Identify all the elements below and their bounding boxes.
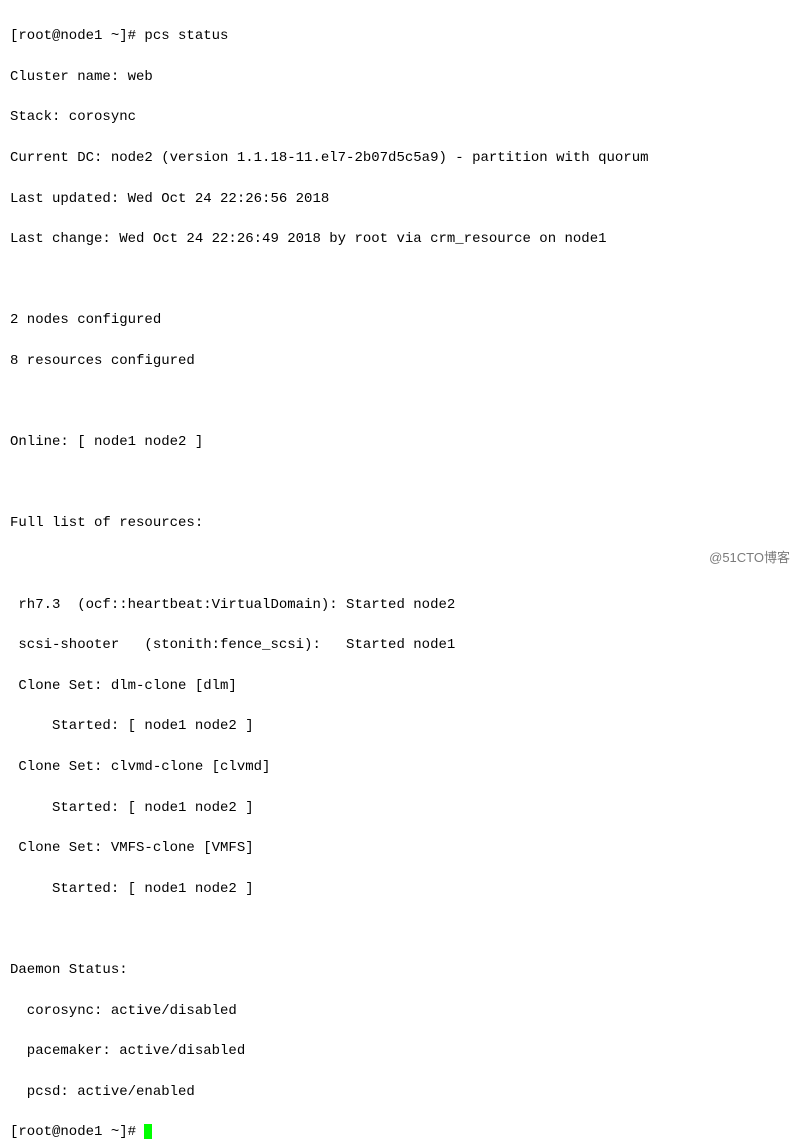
daemon-pcsd: pcsd: active/enabled	[10, 1082, 790, 1102]
clone-clvmd-started: Started: [ node1 node2 ]	[10, 798, 790, 818]
blank-line	[10, 473, 790, 493]
cursor-icon	[144, 1124, 152, 1139]
blank-line	[10, 392, 790, 412]
last-updated: Last updated: Wed Oct 24 22:26:56 2018	[10, 189, 790, 209]
blank-line	[10, 270, 790, 290]
watermark: @51CTO博客	[709, 549, 790, 568]
terminal-output: [root@node1 ~]# pcs status Cluster name:…	[10, 6, 790, 1148]
cluster-name: Cluster name: web	[10, 67, 790, 87]
daemon-status-header: Daemon Status:	[10, 960, 790, 980]
entered-command: pcs status	[144, 28, 228, 44]
nodes-configured: 2 nodes configured	[10, 310, 790, 330]
full-list-header: Full list of resources:	[10, 513, 790, 533]
resource-rh73: rh7.3 (ocf::heartbeat:VirtualDomain): St…	[10, 595, 790, 615]
stack: Stack: corosync	[10, 107, 790, 127]
last-change: Last change: Wed Oct 24 22:26:49 2018 by…	[10, 229, 790, 249]
blank-line	[10, 919, 790, 939]
prompt: [root@node1 ~]#	[10, 28, 144, 44]
online-nodes: Online: [ node1 node2 ]	[10, 432, 790, 452]
clone-dlm-started: Started: [ node1 node2 ]	[10, 716, 790, 736]
resource-scsi-shooter: scsi-shooter (stonith:fence_scsi): Start…	[10, 635, 790, 655]
prompt: [root@node1 ~]#	[10, 1124, 144, 1140]
resources-configured: 8 resources configured	[10, 351, 790, 371]
clone-vmfs-header: Clone Set: VMFS-clone [VMFS]	[10, 838, 790, 858]
clone-dlm-header: Clone Set: dlm-clone [dlm]	[10, 676, 790, 696]
blank-line	[10, 554, 790, 574]
current-dc: Current DC: node2 (version 1.1.18-11.el7…	[10, 148, 790, 168]
daemon-corosync: corosync: active/disabled	[10, 1001, 790, 1021]
final-prompt-line[interactable]: [root@node1 ~]#	[10, 1122, 790, 1142]
clone-vmfs-started: Started: [ node1 node2 ]	[10, 879, 790, 899]
clone-clvmd-header: Clone Set: clvmd-clone [clvmd]	[10, 757, 790, 777]
daemon-pacemaker: pacemaker: active/disabled	[10, 1041, 790, 1061]
command-line: [root@node1 ~]# pcs status	[10, 26, 790, 46]
